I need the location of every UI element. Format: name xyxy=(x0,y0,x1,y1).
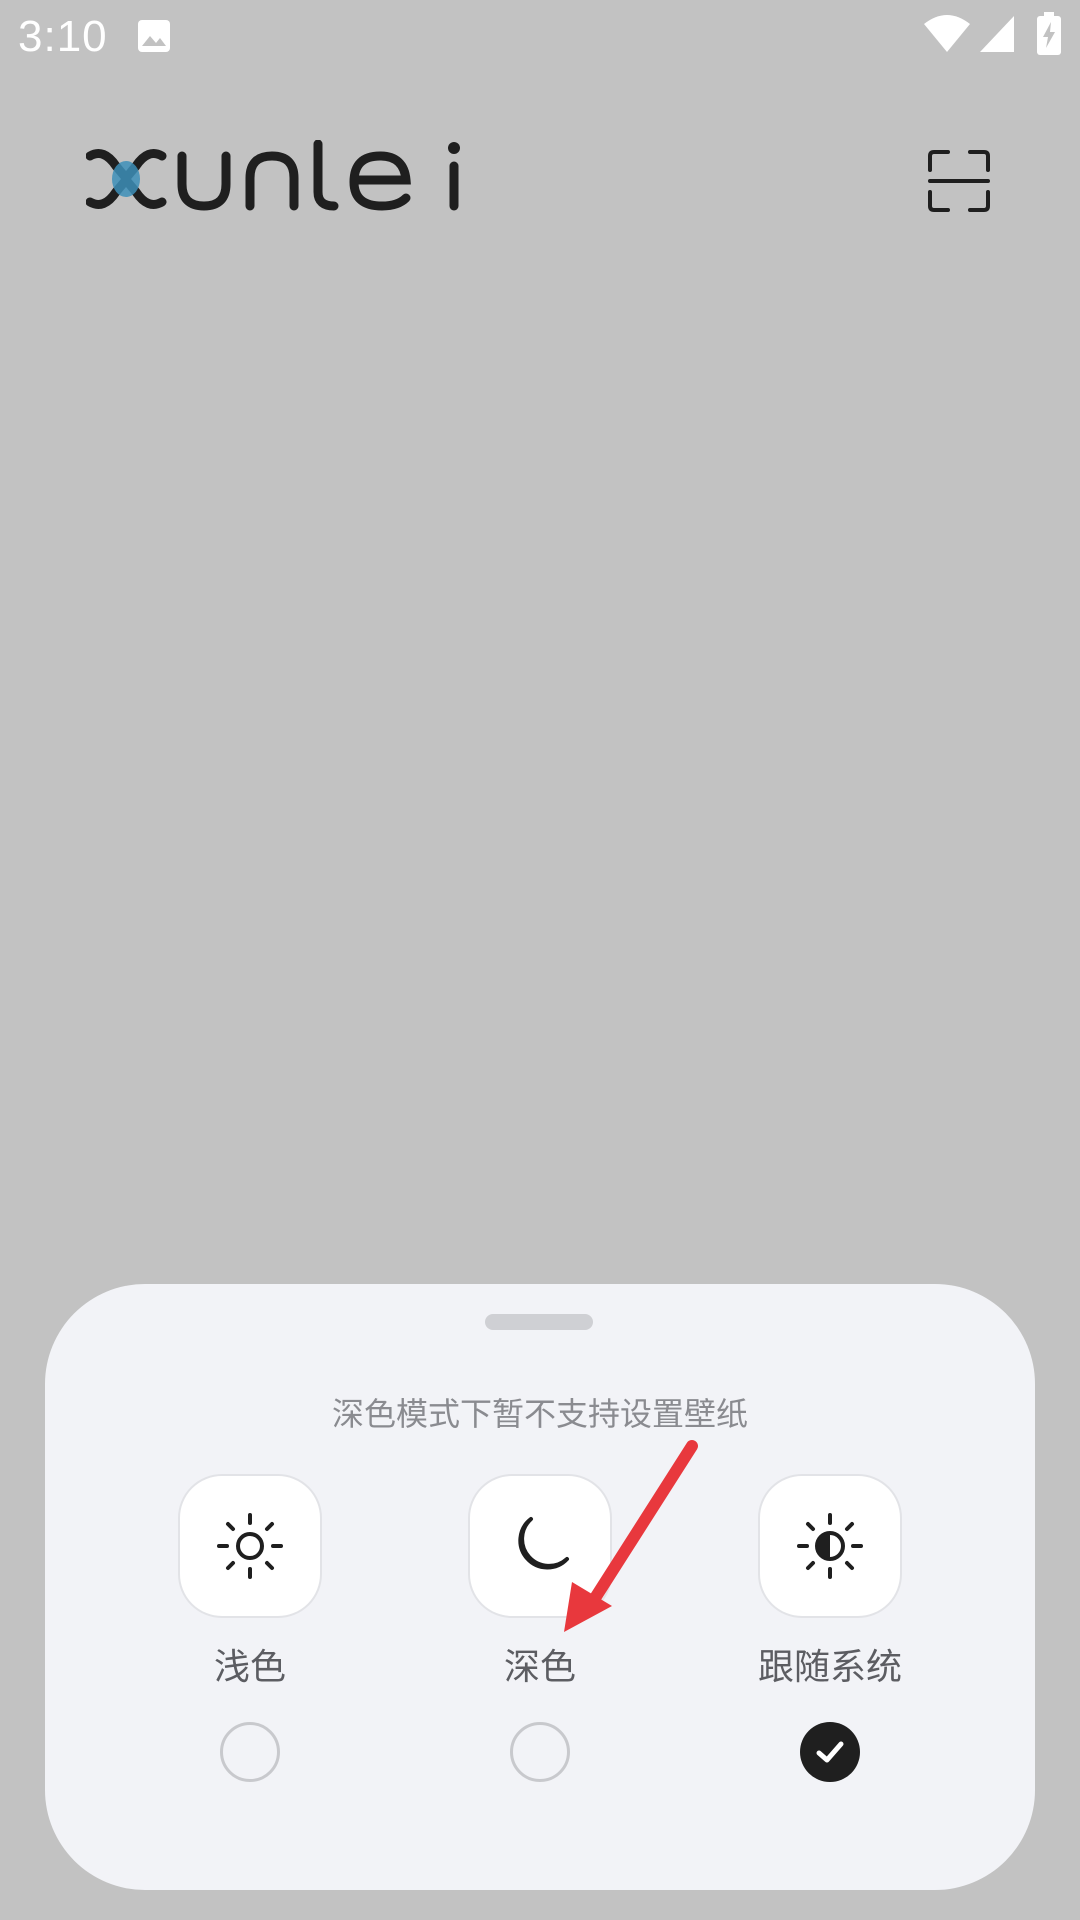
xunlei-logo: xunlei xyxy=(86,140,460,211)
sun-icon xyxy=(217,1513,283,1579)
image-icon xyxy=(138,20,170,52)
radio-follow-system[interactable] xyxy=(800,1722,860,1782)
moon-icon xyxy=(518,1517,569,1570)
dark-mode-notice: 深色模式下暂不支持设置壁纸 xyxy=(331,1395,748,1433)
radio-light[interactable] xyxy=(220,1722,280,1782)
status-bar: 3:10 xyxy=(0,0,1080,72)
half-sun-icon xyxy=(797,1513,863,1579)
theme-bottom-sheet: 深色模式下暂不支持设置壁纸 浅色 深色 跟随系统 xyxy=(45,1284,1035,1890)
status-time: 3:10 xyxy=(18,12,108,61)
option-dark-card[interactable] xyxy=(468,1474,612,1618)
option-light-card[interactable] xyxy=(178,1474,322,1618)
option-light-label: 浅色 xyxy=(213,1647,286,1688)
signal-icon xyxy=(980,16,1014,52)
wifi-icon xyxy=(924,15,970,52)
option-follow-system-label: 跟随系统 xyxy=(757,1647,902,1688)
check-icon xyxy=(816,1741,844,1763)
battery-charging-icon xyxy=(1037,12,1061,55)
scan-icon[interactable] xyxy=(926,148,992,214)
option-dark-label: 深色 xyxy=(503,1647,576,1688)
radio-dark[interactable] xyxy=(510,1722,570,1782)
drag-handle[interactable] xyxy=(485,1314,593,1330)
option-follow-system-card[interactable] xyxy=(758,1474,902,1618)
